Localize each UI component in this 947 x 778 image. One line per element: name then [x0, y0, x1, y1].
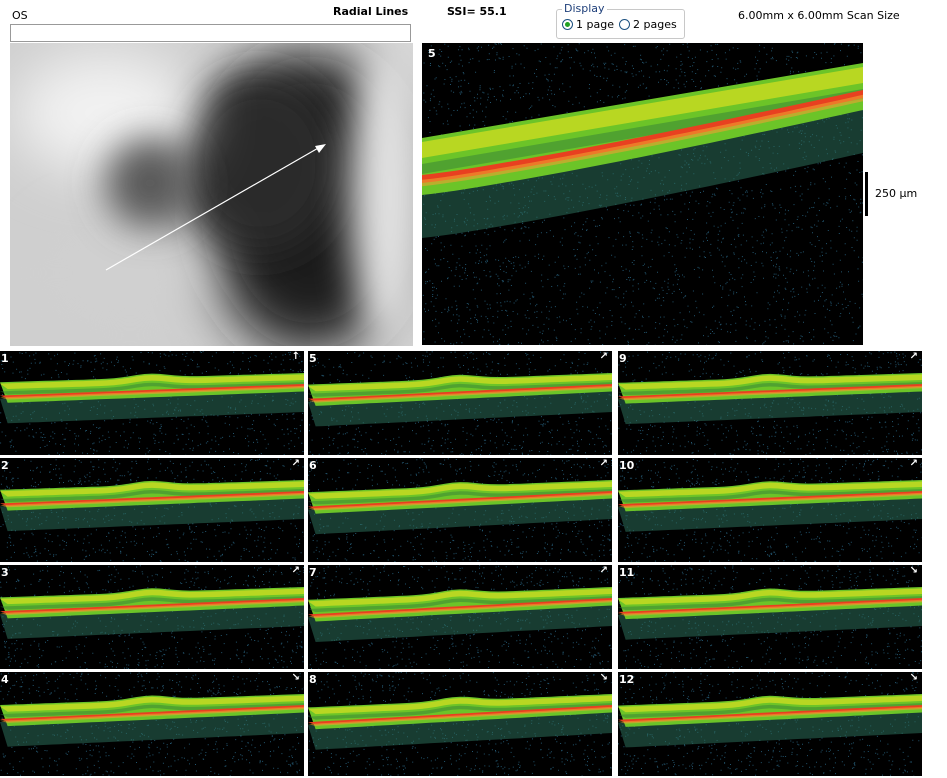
thumbnail-number: 2 [1, 459, 9, 472]
scan-direction-arrow-icon: ↗ [909, 351, 918, 362]
thumbnail-svg [618, 672, 922, 776]
scan-direction-arrow-icon: ↘ [909, 565, 918, 576]
scan-direction-arrow-icon: ↗ [909, 458, 918, 469]
eye-label: OS [12, 9, 28, 22]
thumbnail-number: 6 [309, 459, 317, 472]
thumbnail-number: 8 [309, 673, 317, 686]
scan-direction-arrow-icon: ↘ [599, 672, 608, 683]
fundus-caption-field [10, 24, 411, 42]
thumbnail-svg [618, 565, 922, 669]
thumbnail-svg [0, 565, 304, 669]
scan-direction-arrow-icon: ↘ [291, 672, 300, 683]
thumbnail-svg [308, 458, 612, 562]
thumbnail-svg [618, 458, 922, 562]
scale-label: 250 µm [875, 187, 918, 200]
thumbnail-number: 7 [309, 566, 317, 579]
thumbnail-scan-11[interactable]: 11 ↘ [618, 565, 922, 669]
thumbnail-number: 12 [619, 673, 635, 686]
scan-size-label: 6.00mm x 6.00mm Scan Size [738, 9, 900, 22]
scan-direction-arrow-icon: ↑ [291, 351, 300, 362]
thumbnail-number: 1 [1, 352, 9, 365]
scan-direction-arrow-icon: ↗ [599, 351, 608, 362]
thumbnail-svg [618, 351, 922, 455]
thumbnail-scan-1[interactable]: 1 ↑ [0, 351, 304, 455]
main-bscan-svg [422, 43, 863, 345]
scan-direction-arrow-icon: ↗ [599, 458, 608, 469]
thumbnail-svg [0, 672, 304, 776]
thumbnail-scan-7[interactable]: 7 ↗ [308, 565, 612, 669]
radio-1-page-label: 1 page [576, 18, 614, 31]
display-legend: Display [562, 2, 607, 15]
thumbnail-scan-9[interactable]: 9 ↗ [618, 351, 922, 455]
thumbnail-scan-12[interactable]: 12 ↘ [618, 672, 922, 776]
thumbnail-svg [308, 672, 612, 776]
thumbnail-number: 11 [619, 566, 635, 579]
radio-2-pages-label: 2 pages [633, 18, 677, 31]
scan-direction-arrow-icon: ↘ [909, 672, 918, 683]
radio-1-page[interactable]: 1 page [562, 18, 614, 31]
thumbnail-svg [308, 565, 612, 669]
scan-type-label: Radial Lines [333, 5, 409, 18]
scale-bar [865, 172, 868, 216]
thumbnail-number: 5 [309, 352, 317, 365]
thumbnail-scan-2[interactable]: 2 ↗ [0, 458, 304, 562]
main-bscan[interactable]: 5 [422, 43, 863, 345]
radio-2-pages[interactable]: 2 pages [619, 18, 677, 31]
thumbnail-svg [308, 351, 612, 455]
scan-direction-arrow-icon: ↗ [599, 565, 608, 576]
fundus-image[interactable] [10, 43, 413, 346]
thumbnail-svg [0, 351, 304, 455]
ssi-label: SSI= 55.1 [447, 5, 507, 18]
thumbnail-number: 4 [1, 673, 9, 686]
thumbnail-scan-8[interactable]: 8 ↘ [308, 672, 612, 776]
thumbnail-number: 10 [619, 459, 635, 472]
scan-direction-arrow-icon: ↗ [291, 458, 300, 469]
scan-direction-arrow-icon: ↗ [291, 565, 300, 576]
thumbnail-number: 9 [619, 352, 627, 365]
display-options-group: Display 1 page 2 pages [556, 2, 685, 39]
thumbnail-svg [0, 458, 304, 562]
thumbnail-scan-10[interactable]: 10 ↗ [618, 458, 922, 562]
thumbnail-scan-4[interactable]: 4 ↘ [0, 672, 304, 776]
main-scan-number: 5 [428, 47, 436, 60]
fundus-svg [10, 43, 413, 346]
radio-checked-icon[interactable] [562, 19, 573, 30]
thumbnail-number: 3 [1, 566, 9, 579]
thumbnail-scan-5[interactable]: 5 ↗ [308, 351, 612, 455]
thumbnail-scan-6[interactable]: 6 ↗ [308, 458, 612, 562]
radio-unchecked-icon[interactable] [619, 19, 630, 30]
thumbnail-scan-3[interactable]: 3 ↗ [0, 565, 304, 669]
